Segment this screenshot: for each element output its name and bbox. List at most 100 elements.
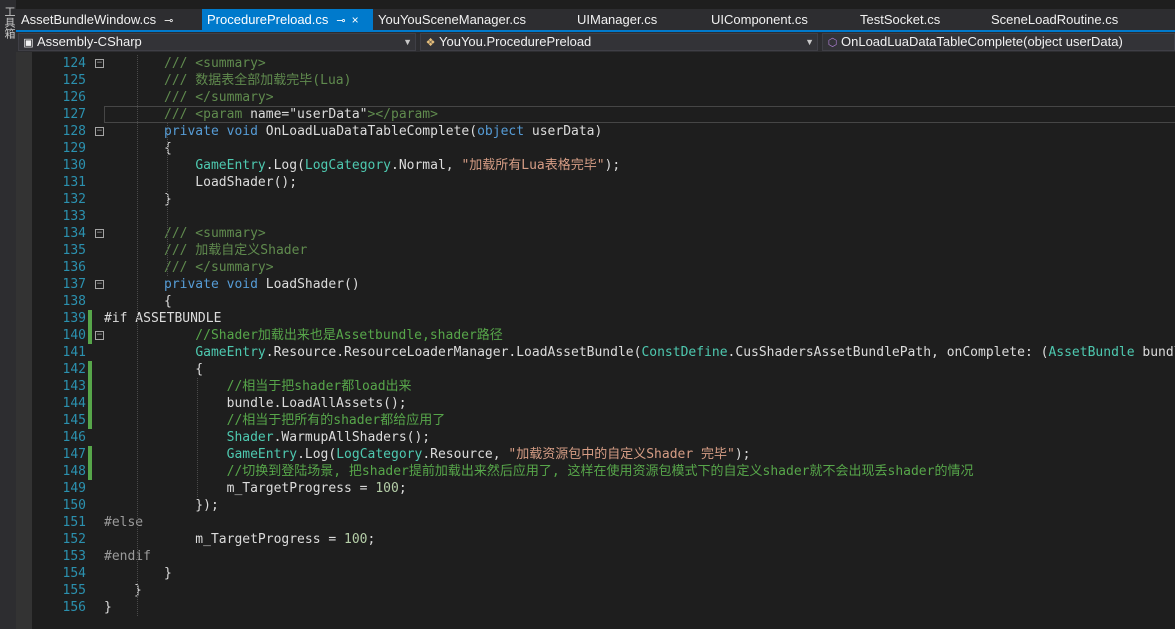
- code-line[interactable]: 152 m_TargetProgress = 100;: [16, 531, 1175, 548]
- tab-label: UIManager.cs: [577, 12, 658, 27]
- code-line[interactable]: 131 LoadShader();: [16, 174, 1175, 191]
- tab-label: ProcedurePreload.cs: [207, 12, 329, 27]
- tab-uicomponent[interactable]: UIComponent.cs: [706, 9, 851, 31]
- code-line[interactable]: 150 });: [16, 497, 1175, 514]
- toolbox-strip[interactable]: 工具箱: [0, 0, 16, 629]
- indent-guide: [197, 378, 199, 497]
- code-token: void: [226, 277, 266, 292]
- line-number: 139: [62, 311, 86, 326]
- code-line[interactable]: 140− //Shader加载出来也是Assetbundle,shader路径: [16, 327, 1175, 344]
- chevron-down-icon[interactable]: ▼: [403, 34, 412, 50]
- code-line[interactable]: 129{: [16, 140, 1175, 157]
- line-number: 135: [62, 243, 86, 258]
- chevron-down-icon[interactable]: ▼: [805, 34, 814, 50]
- code-line[interactable]: 133: [16, 208, 1175, 225]
- code-line[interactable]: 156}: [16, 599, 1175, 616]
- code-token: bundle) =>: [1142, 345, 1175, 360]
- line-number: 142: [62, 362, 86, 377]
- collapse-icon[interactable]: −: [95, 59, 104, 68]
- code-token: /// <param: [164, 107, 251, 122]
- document-tab-bar: AssetBundleWindow.cs ⊸ ProcedurePreload.cs…: [16, 9, 1175, 31]
- code-token: .Resource,: [422, 447, 509, 462]
- code-token: }: [104, 600, 112, 615]
- code-line[interactable]: 125 /// 数据表全部加载完毕(Lua): [16, 72, 1175, 89]
- tab-uimanager[interactable]: UIManager.cs: [572, 9, 702, 31]
- code-line[interactable]: 142 {: [16, 361, 1175, 378]
- collapse-icon[interactable]: −: [95, 331, 104, 340]
- code-token: private: [164, 277, 227, 292]
- change-marker: [88, 310, 92, 327]
- line-number: 124: [62, 56, 86, 71]
- code-line[interactable]: 126 /// </summary>: [16, 89, 1175, 106]
- collapse-icon[interactable]: −: [95, 280, 104, 289]
- line-number: 146: [62, 430, 86, 445]
- code-line[interactable]: 134− /// <summary>: [16, 225, 1175, 242]
- code-line[interactable]: 145 //相当于把所有的shader都给应用了: [16, 412, 1175, 429]
- collapse-icon[interactable]: −: [95, 127, 104, 136]
- code-line[interactable]: 130 GameEntry.Log(LogCategory.Normal, "加…: [16, 157, 1175, 174]
- change-marker: [88, 412, 92, 429]
- tab-testsocket[interactable]: TestSocket.cs: [855, 9, 982, 31]
- code-line[interactable]: 132}: [16, 191, 1175, 208]
- code-line[interactable]: 144 bundle.LoadAllAssets();: [16, 395, 1175, 412]
- line-number: 130: [62, 158, 86, 173]
- project-dropdown[interactable]: ▣ Assembly-CSharp ▼: [18, 33, 416, 51]
- code-token: //相当于把shader都load出来: [164, 379, 412, 394]
- class-dropdown[interactable]: ❖ YouYou.ProcedurePreload ▼: [420, 33, 818, 51]
- pin-icon[interactable]: ⊸: [336, 15, 345, 27]
- code-token: GameEntry: [226, 447, 298, 462]
- code-token: /// <summary>: [164, 226, 266, 241]
- code-line[interactable]: 139 #if ASSETBUNDLE: [16, 310, 1175, 327]
- pin-icon[interactable]: ⊸: [164, 15, 173, 27]
- close-icon[interactable]: ×: [352, 13, 359, 27]
- code-line[interactable]: 143 //相当于把shader都load出来: [16, 378, 1175, 395]
- code-token: ConstDefine: [641, 345, 728, 360]
- code-line[interactable]: 124− /// <summary>: [16, 55, 1175, 72]
- code-line[interactable]: 155}: [16, 582, 1175, 599]
- code-text: {: [164, 293, 172, 310]
- code-text: GameEntry.Log(LogCategory.Normal, "加载所有L…: [164, 157, 620, 174]
- code-line[interactable]: 136 /// </summary>: [16, 259, 1175, 276]
- tab-label: SceneLoadRoutine.cs: [991, 12, 1119, 27]
- code-line[interactable]: 153 #endif: [16, 548, 1175, 565]
- member-dropdown[interactable]: ⬡ OnLoadLuaDataTableComplete(object userD…: [822, 33, 1175, 51]
- code-line[interactable]: 137− private void LoadShader(): [16, 276, 1175, 293]
- code-line[interactable]: 128− private void OnLoadLuaDataTableCompl…: [16, 123, 1175, 140]
- code-text: /// <summary>: [164, 55, 266, 72]
- code-token: /// 加载自定义Shader: [164, 243, 308, 258]
- line-number: 154: [62, 566, 86, 581]
- code-text: });: [164, 497, 219, 514]
- code-token: #if ASSETBUNDLE: [104, 311, 222, 326]
- tab-youyouscenemanager[interactable]: YouYouSceneManager.cs: [373, 9, 568, 31]
- code-editor[interactable]: 124−/// <summary> 125/// 数据表全部加载完毕(Lua) 12…: [16, 52, 1175, 629]
- code-token: Shader: [226, 430, 274, 445]
- code-line[interactable]: 127 /// <param name="userData"></param>: [16, 106, 1175, 123]
- code-line[interactable]: 135 /// 加载自定义Shader: [16, 242, 1175, 259]
- code-text: #if ASSETBUNDLE: [104, 310, 221, 327]
- code-line[interactable]: 147 GameEntry.Log(LogCategory.Resource, …: [16, 446, 1175, 463]
- code-text: //相当于把所有的shader都给应用了: [164, 412, 446, 429]
- tab-sceneloadroutine[interactable]: SceneLoadRoutine.cs: [986, 9, 1136, 31]
- code-text: LoadShader();: [164, 174, 297, 191]
- tab-assetbundlewindow[interactable]: AssetBundleWindow.cs ⊸: [16, 9, 196, 31]
- toolbox-label[interactable]: 工具箱: [1, 6, 15, 39]
- tab-procedurepreload[interactable]: ProcedurePreload.cs ⊸ ×: [202, 9, 373, 31]
- code-line[interactable]: 138 {: [16, 293, 1175, 310]
- class-dropdown-value: YouYou.ProcedurePreload: [439, 34, 592, 49]
- line-number: 140: [62, 328, 86, 343]
- collapse-icon[interactable]: −: [95, 229, 104, 238]
- code-token: "加载所有Lua表格完毕": [461, 158, 605, 173]
- code-line[interactable]: 141 GameEntry.Resource.ResourceLoaderMan…: [16, 344, 1175, 361]
- code-line[interactable]: 151 #else: [16, 514, 1175, 531]
- code-line[interactable]: 146 Shader.WarmupAllShaders();: [16, 429, 1175, 446]
- code-token: userData): [531, 124, 603, 139]
- code-line[interactable]: 154}: [16, 565, 1175, 582]
- code-line[interactable]: 149 m_TargetProgress = 100;: [16, 480, 1175, 497]
- code-token: LoadShader();: [164, 175, 298, 190]
- line-number: 153: [62, 549, 86, 564]
- code-line[interactable]: 148 //切换到登陆场景, 把shader提前加载出来然后应用了, 这样在使用…: [16, 463, 1175, 480]
- navigation-bar: ▣ Assembly-CSharp ▼ ❖ YouYou.ProcedurePrel…: [16, 32, 1175, 52]
- code-token: .CusShadersAssetBundlePath, onComplete: …: [727, 345, 1049, 360]
